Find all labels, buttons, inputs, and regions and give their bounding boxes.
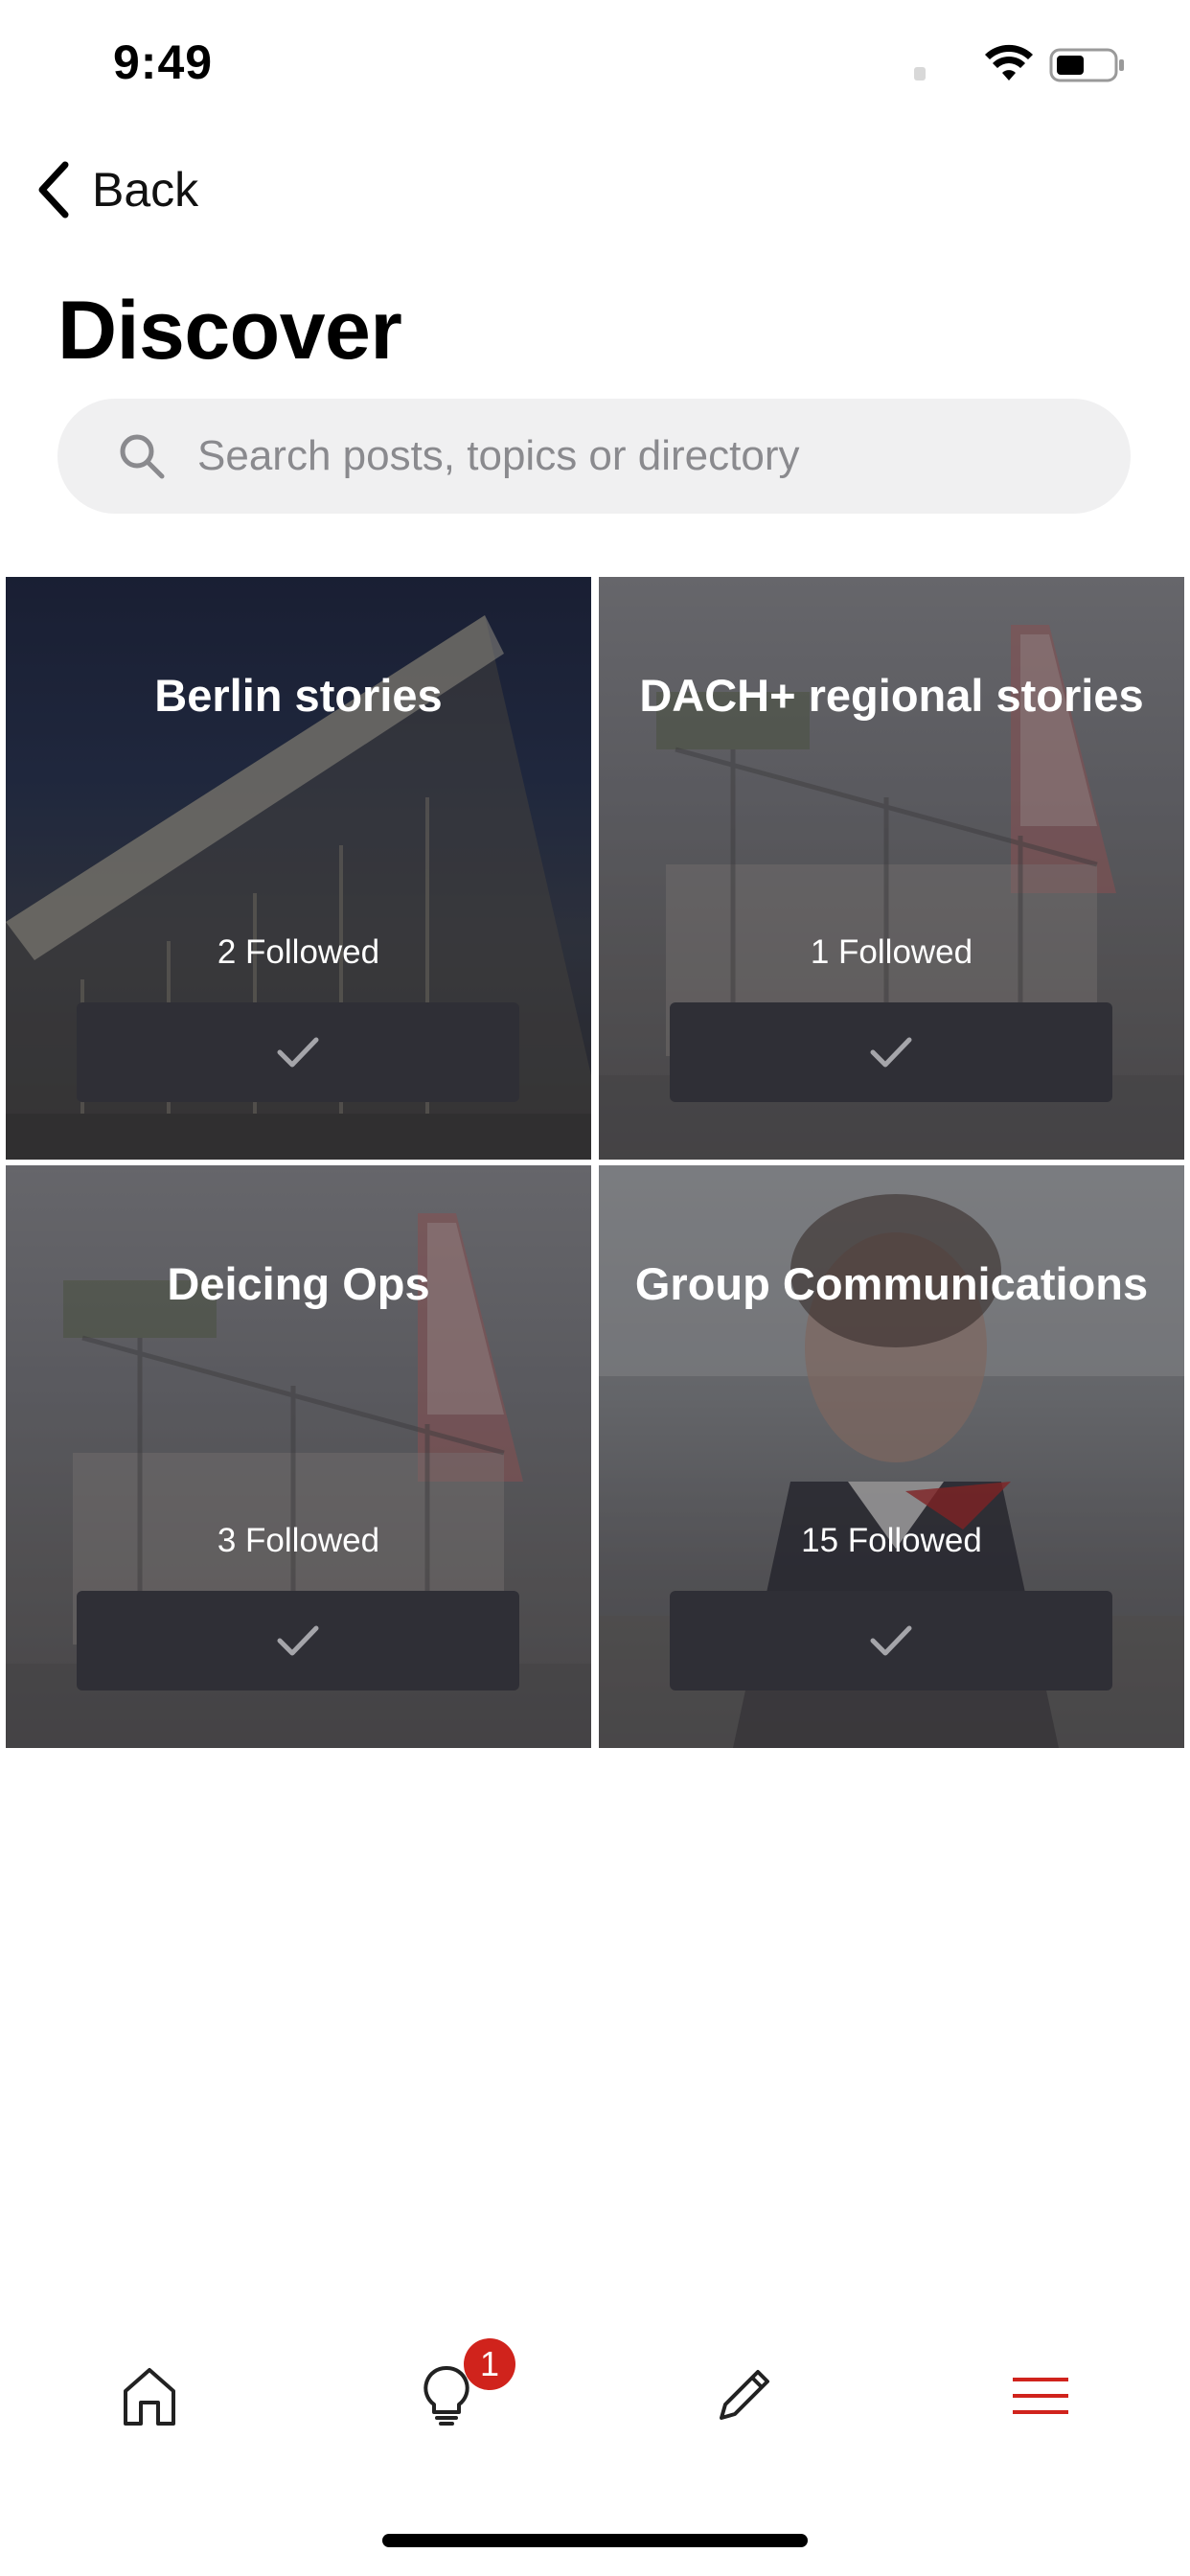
topic-followed-count: 1 Followed [810,933,973,971]
tab-home[interactable] [102,2348,197,2444]
topic-title: DACH+ regional stories [639,670,1144,721]
status-bar: 9:49 [0,0,1190,125]
search-bar[interactable] [57,399,1131,514]
topic-title: Deicing Ops [167,1258,430,1309]
topic-card-group-communications[interactable]: Group Communications 15 Followed [599,1165,1184,1748]
follow-toggle-button[interactable] [77,1002,519,1102]
topic-title: Berlin stories [154,670,443,721]
topic-followed-count: 3 Followed [217,1522,380,1559]
chevron-left-icon [38,161,69,218]
tab-menu[interactable] [993,2348,1088,2444]
topic-card-dach-regional-stories[interactable]: DACH+ regional stories 1 Followed [599,577,1184,1160]
hamburger-menu-icon [1013,2378,1068,2414]
checkmark-icon [277,1625,319,1656]
topic-card-deicing-ops[interactable]: Deicing Ops 3 Followed [6,1165,591,1748]
home-indicator [382,2534,808,2547]
topic-card-berlin-stories[interactable]: Berlin stories 2 Followed [6,577,591,1160]
checkmark-icon [870,1037,912,1068]
back-button[interactable]: Back [33,153,198,226]
topic-grid: Berlin stories 2 Followed DACH+ regional… [6,577,1184,1748]
battery-icon [1049,48,1124,82]
topic-followed-count: 15 Followed [801,1522,982,1559]
notification-badge: 1 [464,2338,515,2390]
status-time: 9:49 [113,35,214,89]
pencil-icon [720,2370,769,2420]
topic-followed-count: 2 Followed [217,933,380,971]
tab-compose[interactable] [696,2348,791,2444]
checkmark-icon [277,1037,319,1068]
wifi-icon [985,44,1033,80]
status-indicator-dot [914,67,926,80]
checkmark-icon [870,1625,912,1656]
follow-toggle-button[interactable] [670,1591,1112,1690]
search-input[interactable] [195,431,1062,481]
bottom-tab-bar: 1 [0,2319,1190,2472]
page-title: Discover [57,285,402,377]
follow-toggle-button[interactable] [670,1002,1112,1102]
back-label: Back [92,163,199,217]
search-icon [120,434,165,479]
follow-toggle-button[interactable] [77,1591,519,1690]
topic-title: Group Communications [634,1258,1149,1309]
home-icon [124,2368,175,2426]
